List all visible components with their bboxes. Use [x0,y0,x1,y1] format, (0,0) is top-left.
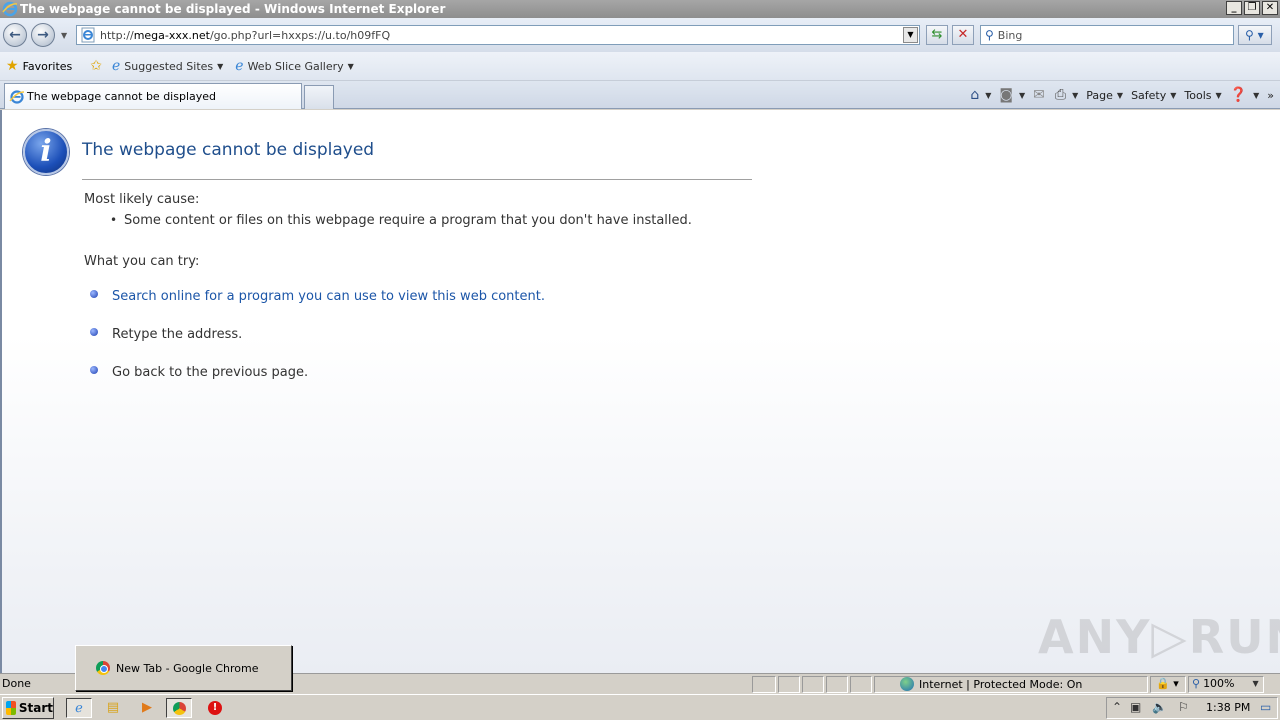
rss-icon: ◙ [999,87,1014,103]
globe-icon [900,677,914,691]
address-dropdown-icon[interactable]: ▼ [903,27,918,43]
action-center-flag-icon[interactable]: ⚐ [1178,700,1189,714]
ie-logo-icon [2,1,18,17]
taskbar-chrome-icon[interactable] [166,698,192,718]
search-box[interactable]: ⚲ Bing [980,25,1234,45]
clock[interactable]: 1:38 PM [1206,701,1250,714]
favorites-bar: ★ Favorites ✩ ℯ Suggested Sites ▼ ℯ Web … [0,52,1280,81]
show-hidden-icons-icon[interactable]: ⌃ [1112,700,1122,714]
new-tab-button[interactable] [304,85,334,109]
safety-menu[interactable]: Safety ▼ [1129,89,1178,102]
help-button[interactable]: ❓ ▼ [1228,87,1262,103]
title-bar: The webpage cannot be displayed - Window… [0,0,1280,18]
network-icon[interactable]: ▣ [1130,700,1141,714]
back-button[interactable]: ← [3,23,27,47]
print-button[interactable]: ⎙ ▼ [1053,87,1080,103]
chevron-down-icon: ▼ [347,61,354,71]
status-text: Done [2,677,31,690]
bullet-icon [90,328,98,336]
go-back-text: Go back to the previous page. [112,365,309,380]
start-button[interactable]: Start [2,697,54,719]
read-mail-button[interactable]: ✉ [1031,87,1049,103]
cause-title: Most likely cause: [84,192,200,207]
printer-icon: ⎙ [1054,87,1067,103]
feeds-button[interactable]: ◙ ▼ [997,87,1027,103]
ie-page-icon: ℯ [112,58,121,74]
restore-button[interactable]: ❐ [1244,1,1260,15]
try-title: What you can try: [84,254,200,269]
chrome-icon [96,661,110,675]
taskbar-stop-app-icon[interactable]: ! [202,698,228,718]
minimize-button[interactable]: _ [1226,1,1242,15]
bullet: • [110,213,118,227]
page-menu[interactable]: Page ▼ [1084,89,1125,102]
double-chevron-icon: » [1267,88,1274,102]
home-button[interactable]: ⌂ ▼ [968,87,993,103]
forward-button[interactable]: → [31,23,55,47]
help-icon: ❓ [1229,87,1248,103]
chevron-down-icon: ▼ [1252,679,1259,688]
popup-label: New Tab - Google Chrome [116,661,259,675]
bullet-icon [90,290,98,298]
home-icon: ⌂ [970,87,980,103]
window-controls: _ ❐ ✕ [1226,1,1278,15]
windows-logo-icon [6,701,16,715]
security-zone[interactable]: Internet | Protected Mode: On [900,677,1082,691]
info-icon: i [23,129,69,175]
add-favorite-icon: ✩ [90,58,102,74]
retype-address-text: Retype the address. [112,327,243,342]
search-placeholder: Bing [997,28,1023,42]
zoom-level[interactable]: ⚲ 100% ▼ [1192,677,1259,690]
volume-icon[interactable]: 🔈 [1152,700,1167,714]
favorites-button[interactable]: ★ Favorites [6,58,72,74]
refresh-button[interactable]: ⇆ [926,25,948,45]
command-bar: ⌂ ▼ ◙ ▼ ✉ ⎙ ▼ Page ▼ Safety ▼ Tools ▼ ❓ ▼ » [968,83,1276,107]
window-title: The webpage cannot be displayed - Window… [20,2,446,16]
close-window-button[interactable]: ✕ [1262,1,1278,15]
taskbar-popup-chrome[interactable]: New Tab - Google Chrome [75,645,292,691]
show-desktop-icon[interactable]: ▭ [1260,700,1271,714]
add-to-favorites-button[interactable]: ✩ [90,58,106,74]
navigation-bar: ← → ▼ http://mega-xxx.net/go.php?url=hxx… [0,18,1280,52]
stop-button[interactable]: ✕ [952,25,974,45]
search-online-link[interactable]: Search online for a program you can use … [112,289,545,304]
page-icon [81,27,95,43]
mail-icon: ✉ [1033,87,1045,103]
watermark: ANY▷RUN [1038,610,1280,664]
tools-menu[interactable]: Tools ▼ [1182,89,1223,102]
chevron-down-icon: ▼ [217,61,224,71]
favorites-item-suggested-sites[interactable]: ℯ Suggested Sites ▼ [112,58,223,74]
recent-pages-dropdown-icon[interactable]: ▼ [61,31,67,40]
zoom-icon: ⚲ [1192,677,1201,690]
tab-label: The webpage cannot be displayed [27,90,216,103]
bullet-icon [90,366,98,374]
search-icon: ⚲ [985,28,994,42]
taskbar-media-player-icon[interactable]: ▶ [134,698,160,718]
search-button[interactable]: ⚲ ▾ [1238,25,1272,45]
divider [82,179,752,180]
more-commands-button[interactable]: » [1265,89,1276,102]
favorites-star-icon: ★ [6,58,19,74]
ie-page-icon [9,89,25,104]
ie-page-icon: ℯ [235,58,244,74]
tab-row: The webpage cannot be displayed ⌂ ▼ ◙ ▼ ✉ … [0,81,1280,109]
page-content: i The webpage cannot be displayed Most l… [0,110,1280,673]
taskbar: Start ℯ ▤ ▶ ! ⌃ ▣ 🔈 ⚐ 1:38 PM ▭ [0,694,1280,720]
taskbar-ie-icon[interactable]: ℯ [66,698,92,718]
taskbar-explorer-icon[interactable]: ▤ [100,698,126,718]
address-url: http://mega-xxx.net/go.php?url=hxxps://u… [100,28,391,42]
protected-mode-icon[interactable]: 🔒 ▾ [1156,677,1179,690]
address-bar[interactable]: http://mega-xxx.net/go.php?url=hxxps://u… [76,25,920,45]
favorites-item-web-slice-gallery[interactable]: ℯ Web Slice Gallery ▼ [235,58,354,74]
page-title: The webpage cannot be displayed [82,140,375,160]
cause-item: Some content or files on this webpage re… [124,213,692,228]
tab-active[interactable]: The webpage cannot be displayed [4,83,302,109]
